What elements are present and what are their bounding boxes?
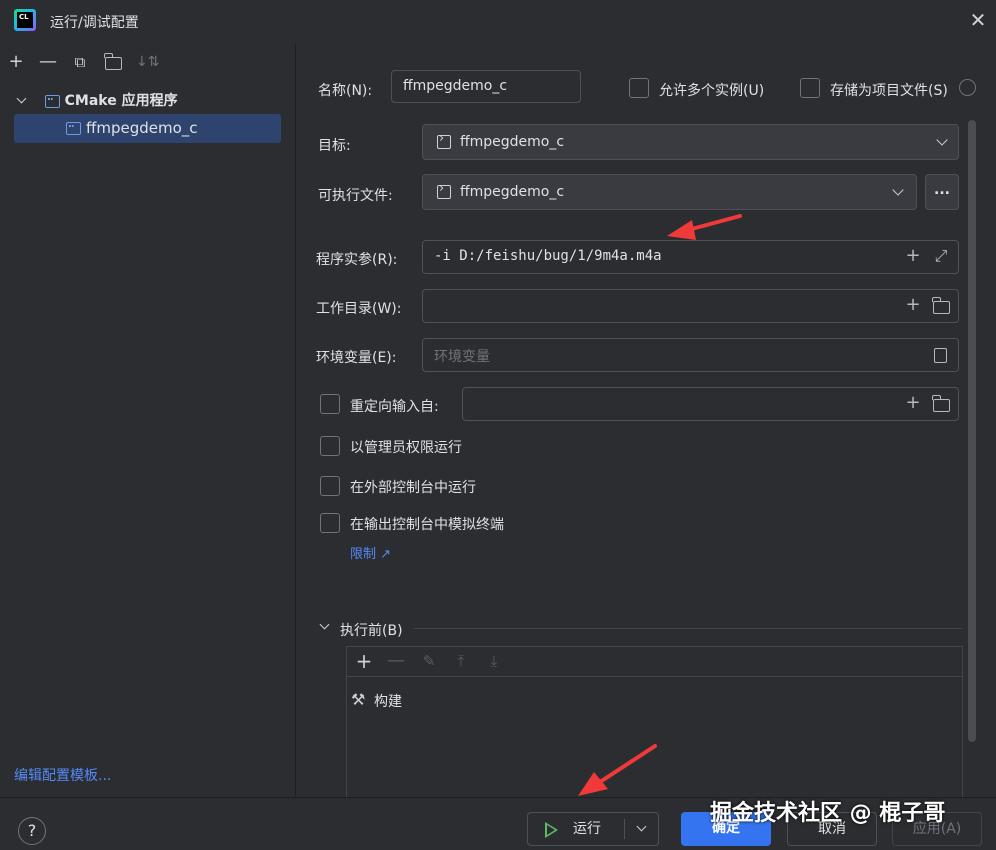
target-value: ffmpegdemo_c bbox=[460, 134, 565, 150]
store-as-project-file-checkbox[interactable] bbox=[800, 78, 820, 98]
close-icon[interactable]: ✕ bbox=[966, 8, 990, 32]
run-as-admin-checkbox[interactable] bbox=[320, 436, 340, 456]
tree-item-label: ffmpegdemo_c bbox=[86, 119, 198, 137]
add-macro-icon[interactable]: + bbox=[902, 295, 924, 317]
run-as-admin-label: 以管理员权限运行 bbox=[350, 440, 462, 456]
hammer-icon: ⚒ bbox=[351, 690, 366, 709]
chevron-down-icon[interactable] bbox=[319, 619, 330, 630]
redirect-input-checkbox[interactable] bbox=[320, 394, 340, 414]
add-macro-icon[interactable]: + bbox=[902, 246, 924, 268]
watermark: 掘金技术社区 @ 棍子哥 bbox=[710, 801, 946, 826]
annotation-arrow-args bbox=[667, 214, 742, 240]
sort-icon[interactable]: ↓⇅ bbox=[136, 52, 159, 72]
folder-icon[interactable] bbox=[932, 395, 950, 412]
config-tree-panel: + — ⧉ ↓⇅ bbox=[0, 44, 296, 797]
folder-icon[interactable] bbox=[932, 297, 950, 314]
before-launch-list: + — ✎ ⤒ ⤓ ⚒ 构建 bbox=[346, 646, 963, 798]
working-dir-field[interactable]: + bbox=[422, 289, 959, 323]
executable-label: 可执行文件: bbox=[318, 188, 393, 204]
expand-icon[interactable]: ⤢ bbox=[930, 246, 952, 268]
limits-link[interactable]: 限制 ↗ bbox=[350, 543, 391, 562]
chevron-down-icon[interactable] bbox=[16, 93, 27, 104]
redirect-input-field[interactable]: + bbox=[462, 387, 959, 421]
section-divider bbox=[414, 628, 962, 629]
add-macro-icon[interactable]: + bbox=[902, 393, 924, 415]
program-args-value: -i D:/feishu/bug/1/9m4a.m4a bbox=[434, 248, 662, 264]
run-in-external-console-label: 在外部控制台中运行 bbox=[350, 480, 476, 496]
gear-icon[interactable] bbox=[959, 79, 976, 96]
executable-icon bbox=[437, 181, 451, 199]
run-button[interactable]: 运行 bbox=[527, 812, 659, 846]
tree-item-ffmpegdemo[interactable]: ffmpegdemo_c bbox=[14, 114, 281, 143]
chevron-down-icon bbox=[936, 134, 948, 146]
add-icon[interactable]: + bbox=[353, 651, 375, 673]
cmake-app-icon bbox=[44, 94, 60, 108]
env-placeholder: 环境变量 bbox=[434, 349, 490, 365]
title-bar: CL 运行/调试配置 ✕ bbox=[0, 0, 996, 44]
split-divider bbox=[624, 819, 625, 839]
remove-icon: — bbox=[387, 650, 405, 671]
executable-value: ffmpegdemo_c bbox=[460, 184, 565, 200]
remove-icon[interactable]: — bbox=[38, 52, 58, 72]
edit-templates-link[interactable]: 编辑配置模板... bbox=[14, 765, 111, 785]
move-up-icon: ⤒ bbox=[457, 652, 465, 670]
tree-group-label: CMake 应用程序 bbox=[64, 93, 178, 109]
window-title: 运行/调试配置 bbox=[50, 15, 139, 31]
name-value: ffmpegdemo_c bbox=[403, 78, 508, 94]
working-dir-label: 工作目录(W): bbox=[316, 301, 402, 317]
executable-icon bbox=[437, 131, 451, 149]
env-field[interactable]: 环境变量 bbox=[422, 338, 959, 372]
add-icon[interactable]: + bbox=[6, 52, 26, 72]
chevron-down-icon[interactable] bbox=[636, 821, 647, 832]
program-args-label: 程序实参(R): bbox=[316, 252, 398, 268]
help-icon[interactable]: ? bbox=[18, 817, 46, 845]
name-field[interactable]: ffmpegdemo_c bbox=[391, 70, 581, 103]
allow-multiple-label: 允许多个实例(U) bbox=[659, 83, 765, 99]
run-icon bbox=[545, 822, 559, 838]
scrollbar[interactable] bbox=[968, 120, 976, 742]
allow-multiple-checkbox[interactable] bbox=[629, 78, 649, 98]
list-icon[interactable] bbox=[934, 348, 947, 363]
program-args-field[interactable]: -i D:/feishu/bug/1/9m4a.m4a + ⤢ bbox=[422, 240, 959, 274]
clion-app-icon: CL bbox=[14, 9, 36, 31]
store-as-project-file-label: 存储为项目文件(S) bbox=[830, 83, 948, 99]
move-down-icon: ⤓ bbox=[490, 652, 498, 670]
copy-icon[interactable]: ⧉ bbox=[70, 52, 90, 72]
before-launch-toolbar: + — ✎ ⤒ ⤓ bbox=[347, 647, 962, 677]
run-button-label: 运行 bbox=[573, 821, 601, 837]
new-folder-icon[interactable] bbox=[104, 52, 124, 72]
tree-group-cmake[interactable]: CMake 应用程序 bbox=[16, 90, 178, 110]
emulate-terminal-checkbox[interactable] bbox=[320, 513, 340, 533]
app-icon-text: CL bbox=[17, 12, 33, 28]
run-in-external-console-checkbox[interactable] bbox=[320, 476, 340, 496]
emulate-terminal-label: 在输出控制台中模拟终端 bbox=[350, 517, 504, 533]
target-select[interactable]: ffmpegdemo_c bbox=[422, 124, 959, 160]
edit-icon: ✎ bbox=[422, 652, 436, 670]
build-task[interactable]: 构建 bbox=[374, 691, 402, 711]
executable-select[interactable]: ffmpegdemo_c bbox=[422, 174, 917, 210]
name-label: 名称(N): bbox=[318, 83, 373, 99]
config-icon bbox=[66, 122, 81, 135]
browse-button[interactable]: ... bbox=[925, 174, 959, 210]
env-label: 环境变量(E): bbox=[316, 350, 397, 366]
chevron-down-icon bbox=[892, 184, 904, 196]
before-launch-label[interactable]: 执行前(B) bbox=[340, 620, 403, 640]
redirect-input-label: 重定向输入自: bbox=[350, 399, 439, 415]
target-label: 目标: bbox=[318, 138, 351, 154]
